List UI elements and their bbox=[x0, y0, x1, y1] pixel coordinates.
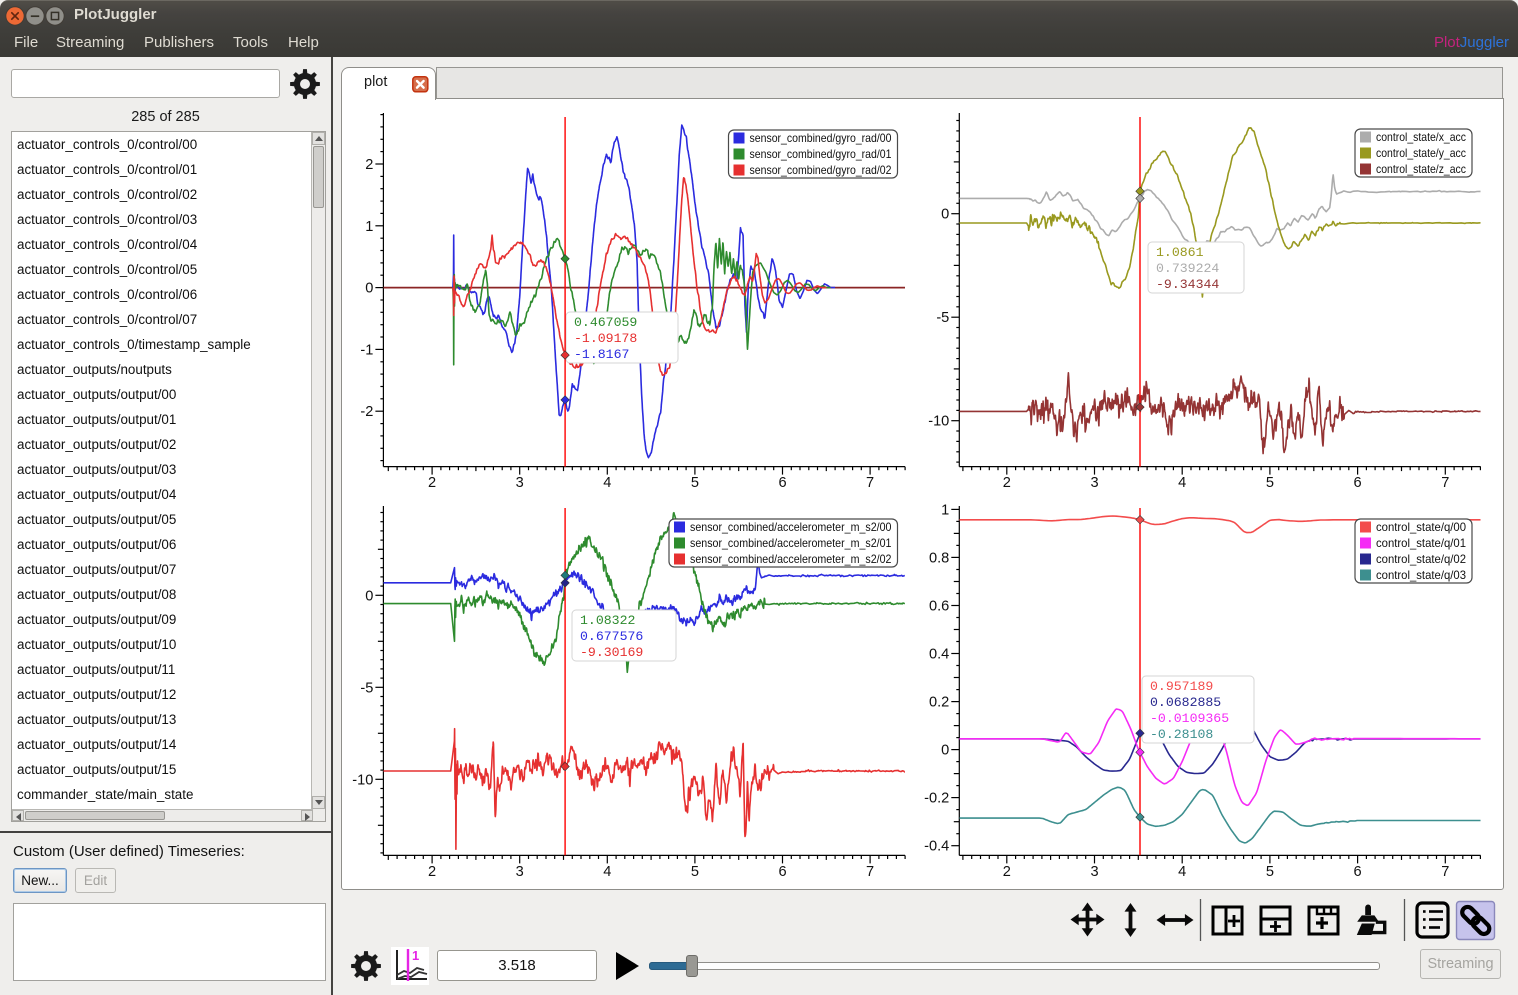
svg-text:5: 5 bbox=[1266, 864, 1274, 880]
svg-text:control_state/q/03: control_state/q/03 bbox=[1376, 569, 1466, 582]
svg-text:0.6: 0.6 bbox=[929, 599, 949, 615]
svg-text:-0.28108: -0.28108 bbox=[1150, 727, 1213, 742]
svg-text:2: 2 bbox=[428, 475, 436, 491]
svg-text:-9.34344: -9.34344 bbox=[1156, 277, 1219, 292]
svg-text:6: 6 bbox=[778, 475, 786, 491]
svg-text:3: 3 bbox=[516, 864, 524, 880]
svg-text:control_state/y_acc: control_state/y_acc bbox=[1376, 147, 1466, 160]
svg-text:sensor_combined/accelerometer_: sensor_combined/accelerometer_m_s2/01 bbox=[690, 537, 892, 550]
svg-text:4: 4 bbox=[1178, 475, 1186, 491]
svg-text:control_state/q/00: control_state/q/00 bbox=[1376, 521, 1466, 534]
svg-text:2: 2 bbox=[1003, 864, 1011, 880]
svg-text:0: 0 bbox=[365, 281, 373, 297]
svg-text:sensor_combined/accelerometer_: sensor_combined/accelerometer_m_s2/02 bbox=[690, 553, 892, 566]
svg-text:control_state/q/02: control_state/q/02 bbox=[1376, 553, 1466, 566]
svg-text:4: 4 bbox=[1178, 864, 1186, 880]
svg-text:-10: -10 bbox=[928, 414, 949, 430]
svg-text:sensor_combined/gyro_rad/00: sensor_combined/gyro_rad/00 bbox=[750, 132, 892, 145]
svg-text:-0.0109365: -0.0109365 bbox=[1150, 711, 1229, 726]
svg-text:7: 7 bbox=[866, 475, 874, 491]
svg-text:7: 7 bbox=[1441, 475, 1449, 491]
svg-text:3: 3 bbox=[1090, 864, 1098, 880]
svg-text:sensor_combined/gyro_rad/02: sensor_combined/gyro_rad/02 bbox=[750, 164, 892, 177]
svg-text:0.957189: 0.957189 bbox=[1150, 679, 1213, 694]
svg-text:2: 2 bbox=[428, 864, 436, 880]
svg-text:2: 2 bbox=[365, 157, 373, 173]
svg-text:7: 7 bbox=[866, 864, 874, 880]
svg-text:0.739224: 0.739224 bbox=[1156, 261, 1219, 276]
svg-text:5: 5 bbox=[1266, 475, 1274, 491]
svg-text:5: 5 bbox=[691, 864, 699, 880]
svg-text:6: 6 bbox=[1354, 475, 1362, 491]
svg-text:-9.30169: -9.30169 bbox=[580, 645, 643, 660]
svg-text:-10: -10 bbox=[352, 772, 373, 788]
svg-text:0: 0 bbox=[365, 588, 373, 604]
svg-text:-5: -5 bbox=[936, 310, 949, 326]
svg-text:sensor_combined/accelerometer_: sensor_combined/accelerometer_m_s2/00 bbox=[690, 521, 892, 534]
svg-text:-0.4: -0.4 bbox=[924, 839, 949, 855]
svg-text:3: 3 bbox=[1090, 475, 1098, 491]
svg-text:4: 4 bbox=[603, 475, 611, 491]
svg-text:4: 4 bbox=[603, 864, 611, 880]
svg-text:0.8: 0.8 bbox=[929, 550, 949, 566]
svg-text:-5: -5 bbox=[360, 680, 373, 696]
svg-text:-0.2: -0.2 bbox=[924, 791, 949, 807]
svg-text:control_state/q/01: control_state/q/01 bbox=[1376, 537, 1466, 550]
svg-text:0: 0 bbox=[941, 207, 949, 223]
svg-text:0.0682885: 0.0682885 bbox=[1150, 695, 1221, 710]
svg-text:3: 3 bbox=[516, 475, 524, 491]
svg-text:control_state/z_acc: control_state/z_acc bbox=[1376, 163, 1466, 176]
svg-text:1.0861: 1.0861 bbox=[1156, 245, 1204, 260]
svg-text:1: 1 bbox=[412, 948, 419, 963]
svg-text:-1: -1 bbox=[360, 342, 373, 358]
svg-text:7: 7 bbox=[1441, 864, 1449, 880]
svg-text:1.08322: 1.08322 bbox=[580, 613, 635, 628]
svg-text:1: 1 bbox=[941, 502, 949, 518]
svg-text:6: 6 bbox=[778, 864, 786, 880]
svg-text:-2: -2 bbox=[360, 404, 373, 420]
svg-text:0: 0 bbox=[941, 743, 949, 759]
svg-text:0.467059: 0.467059 bbox=[574, 315, 637, 330]
svg-text:6: 6 bbox=[1354, 864, 1362, 880]
svg-text:0.2: 0.2 bbox=[929, 695, 949, 711]
svg-text:0.677576: 0.677576 bbox=[580, 629, 643, 644]
svg-text:2: 2 bbox=[1003, 475, 1011, 491]
svg-text:1: 1 bbox=[365, 219, 373, 235]
svg-text:5: 5 bbox=[691, 475, 699, 491]
svg-text:sensor_combined/gyro_rad/01: sensor_combined/gyro_rad/01 bbox=[750, 148, 892, 161]
svg-text:-1.09178: -1.09178 bbox=[574, 331, 637, 346]
svg-text:control_state/x_acc: control_state/x_acc bbox=[1376, 131, 1466, 144]
svg-text:-1.8167: -1.8167 bbox=[574, 347, 629, 362]
svg-text:0.4: 0.4 bbox=[929, 647, 949, 663]
